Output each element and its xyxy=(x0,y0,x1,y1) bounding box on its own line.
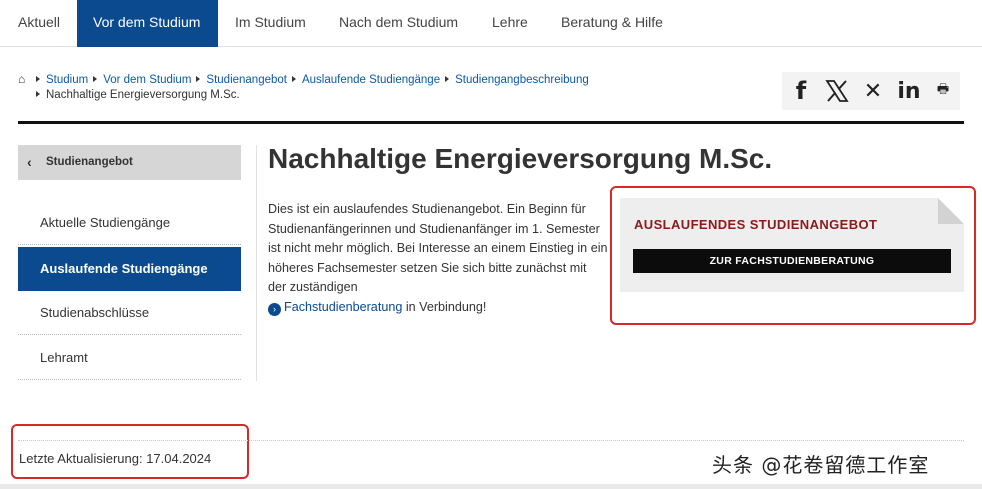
sidebar-item-lehramt[interactable]: Lehramt xyxy=(18,336,241,380)
breadcrumb: ⌂ Studium Vor dem Studium Studienangebot Aus… xyxy=(18,72,658,103)
sidebar-back-header[interactable]: ‹ Studienangebot xyxy=(18,145,241,180)
sidebar-item-auslaufende-studiengaenge[interactable]: Auslaufende Studiengänge xyxy=(18,247,241,291)
sidebar-item-studienabschluesse[interactable]: Studienabschlüsse xyxy=(18,291,241,335)
print-icon[interactable]: 🖶 xyxy=(926,72,960,110)
x-icon[interactable] xyxy=(818,72,856,110)
breadcrumb-link-auslaufende[interactable]: Auslaufende Studiengänge xyxy=(302,74,440,86)
xing-icon[interactable]: ✕ xyxy=(854,72,892,110)
nav-item-vor-dem-studium[interactable]: Vor dem Studium xyxy=(77,0,218,47)
breadcrumb-separator xyxy=(445,76,450,83)
breadcrumb-separator xyxy=(36,76,40,83)
breadcrumb-current: Nachhaltige Energieversorgung M.Sc. xyxy=(46,89,240,101)
highlight-outline-infobox xyxy=(610,186,976,325)
breadcrumb-link-vor-dem-studium[interactable]: Vor dem Studium xyxy=(103,74,191,86)
linkedin-icon[interactable]: in xyxy=(890,72,928,110)
top-navigation: Aktuell Vor dem Studium Im Studium Nach … xyxy=(0,0,982,47)
breadcrumb-separator xyxy=(291,76,296,83)
breadcrumb-link-studienangebot[interactable]: Studienangebot xyxy=(206,74,287,86)
sidebar-header-label: Studienangebot xyxy=(46,156,133,168)
nav-item-beratung-hilfe[interactable]: Beratung & Hilfe xyxy=(561,0,663,47)
fachstudienberatung-link[interactable]: Fachstudienberatung xyxy=(284,300,402,314)
home-icon[interactable]: ⌂ xyxy=(18,72,31,87)
notice-paragraph: Dies ist ein auslaufendes Studienangebot… xyxy=(268,202,608,294)
nav-item-nach-dem-studium[interactable]: Nach dem Studium xyxy=(339,0,458,47)
nav-item-lehre[interactable]: Lehre xyxy=(492,0,528,47)
x-logo-glyph xyxy=(825,80,849,102)
footer-divider xyxy=(18,440,964,441)
bottom-border xyxy=(0,484,982,489)
breadcrumb-separator xyxy=(36,91,40,98)
breadcrumb-separator xyxy=(196,76,201,83)
course-notice-text: Dies ist ein auslaufendes Studienangebot… xyxy=(268,200,608,317)
sidebar-item-aktuelle-studiengaenge[interactable]: Aktuelle Studiengänge xyxy=(18,201,241,245)
breadcrumb-separator xyxy=(93,76,98,83)
breadcrumb-link-studium[interactable]: Studium xyxy=(46,74,88,86)
nav-item-aktuell[interactable]: Aktuell xyxy=(18,0,60,47)
watermark-text: 头条 @花卷留德工作室 xyxy=(712,453,930,477)
breadcrumb-link-beschreibung[interactable]: Studiengangbeschreibung xyxy=(455,74,589,86)
nav-item-im-studium[interactable]: Im Studium xyxy=(235,0,306,47)
header-divider xyxy=(18,121,964,124)
last-updated-text: Letzte Aktualisierung: 17.04.2024 xyxy=(19,451,212,466)
chevron-left-icon: ‹ xyxy=(27,154,32,170)
arrow-right-circle-icon: › xyxy=(268,302,281,316)
sidebar-divider xyxy=(256,145,257,381)
page-title: Nachhaltige Energieversorgung M.Sc. xyxy=(268,143,773,174)
notice-paragraph-end: in Verbindung! xyxy=(402,299,487,314)
facebook-icon[interactable]: f xyxy=(782,72,820,110)
